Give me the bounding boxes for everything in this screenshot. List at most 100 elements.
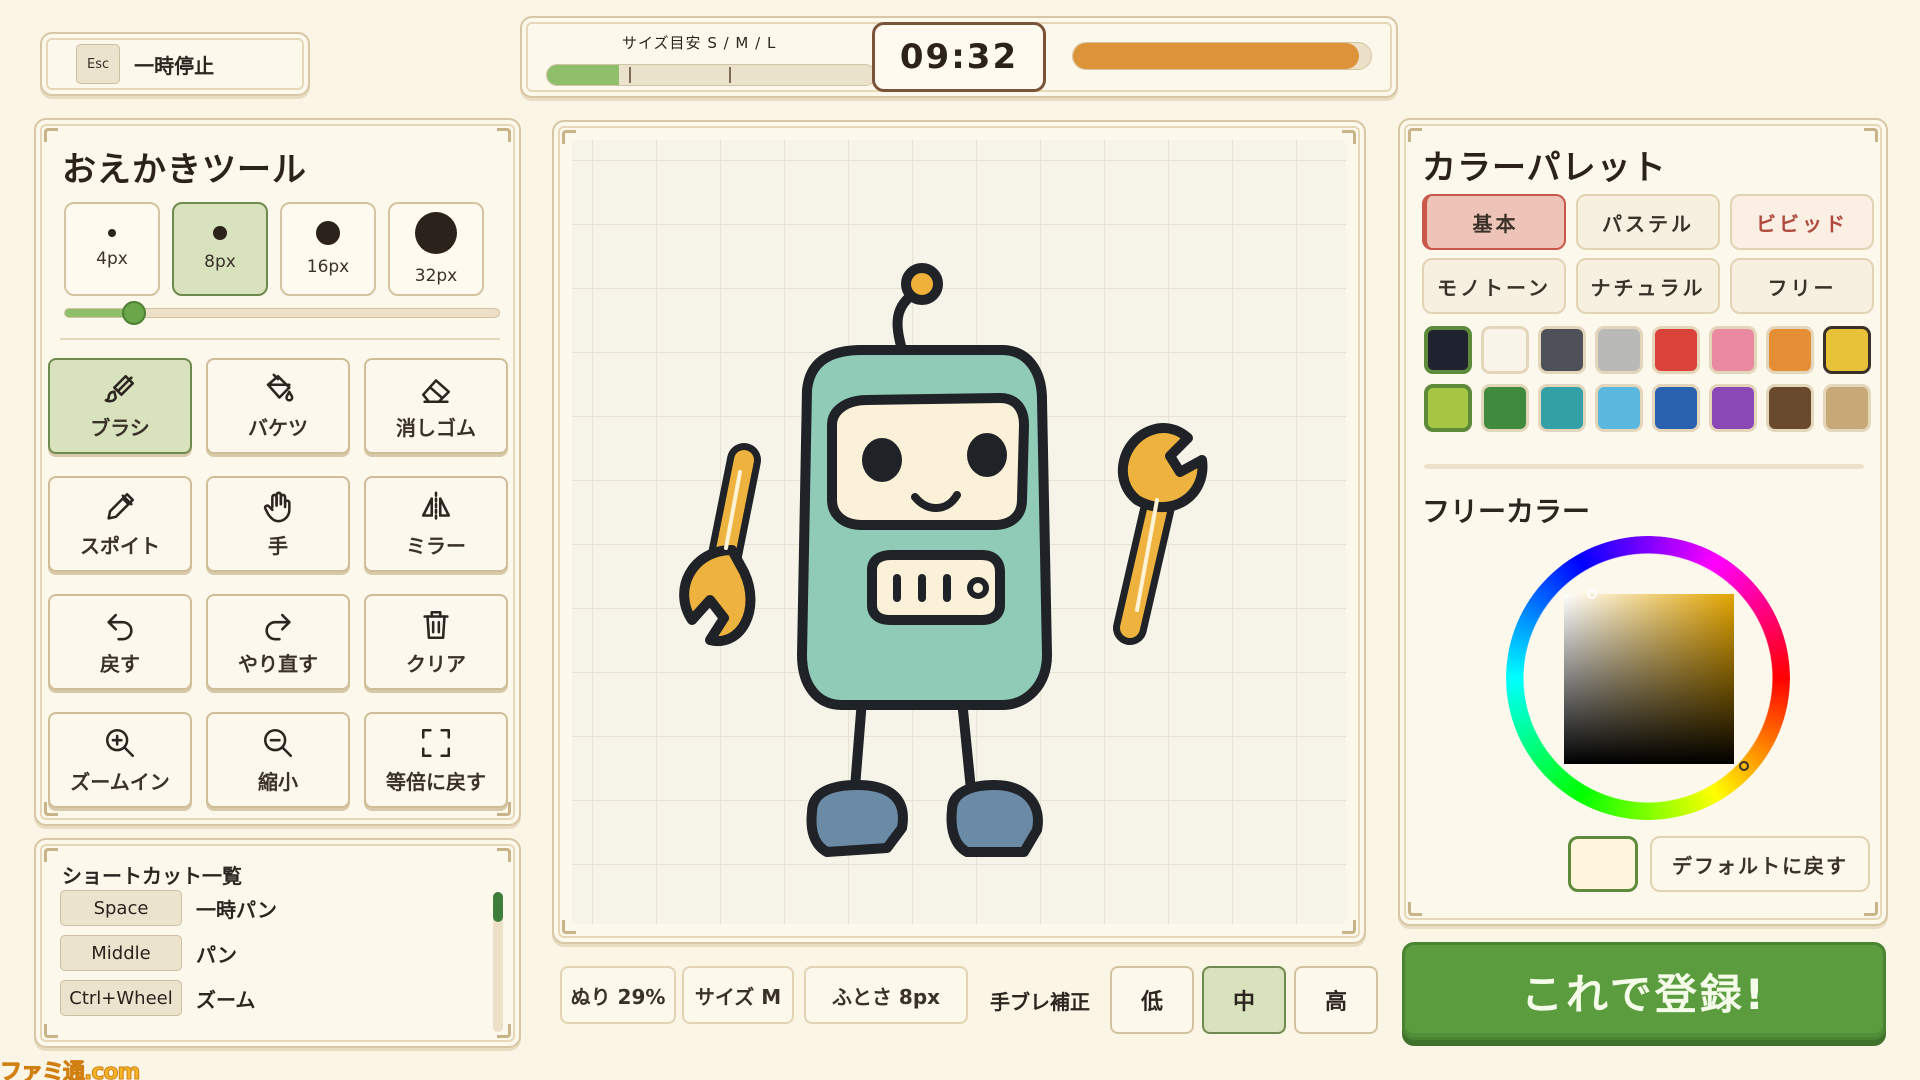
redo-button[interactable]: やり直す: [206, 594, 350, 690]
current-color-preview: [1568, 836, 1638, 892]
eraser-tool-button[interactable]: 消しゴム: [364, 358, 508, 454]
tab-basic[interactable]: 基本: [1422, 194, 1566, 250]
color-swatch[interactable]: [1538, 326, 1586, 374]
time-remaining-bar: [1072, 42, 1372, 70]
value-overlay: [1564, 594, 1734, 764]
color-swatch[interactable]: [1823, 384, 1871, 432]
corner-ornament: [44, 1024, 58, 1038]
color-swatch[interactable]: [1481, 326, 1529, 374]
robot-drawing: [679, 263, 1208, 857]
mirror-tool-button[interactable]: ミラー: [364, 476, 508, 572]
tool-label: 戻す: [100, 651, 140, 676]
eraser-icon: [421, 378, 451, 403]
stabilizer-low-button[interactable]: 低: [1110, 966, 1194, 1034]
brush-dot-icon: [213, 226, 227, 240]
brush-size-label: 4px: [96, 249, 128, 269]
brush-size-slider-thumb[interactable]: [122, 301, 147, 325]
tool-label: 縮小: [258, 769, 298, 794]
time-remaining-fill: [1073, 43, 1360, 69]
stabilizer-high-button[interactable]: 高: [1294, 966, 1378, 1034]
size-guide-label: サイズ目安 S / M / L: [622, 34, 777, 52]
shortcut-desc: 一時パン: [196, 897, 277, 922]
color-swatch[interactable]: [1424, 384, 1472, 432]
zoom-in-icon: [105, 728, 135, 757]
corner-ornament: [1408, 128, 1422, 142]
brush-size-label: 16px: [306, 257, 350, 277]
tool-label: クリア: [406, 651, 466, 676]
tool-label: スポイト: [80, 533, 160, 558]
clear-button[interactable]: クリア: [364, 594, 508, 690]
brush-size-4px[interactable]: 4px: [64, 202, 160, 296]
watermark-logo: ファミ通.com: [0, 1060, 141, 1080]
size-guide-meter: [546, 64, 876, 86]
fit-screen-icon: [421, 728, 451, 757]
shortcut-key: Middle: [60, 935, 182, 971]
undo-button[interactable]: 戻す: [48, 594, 192, 690]
bucket-tool-button[interactable]: バケツ: [206, 358, 350, 454]
drawing-tools-panel: おえかきツール 4px 8px 16px 32px ブラシ バケツ 消しゴム ス…: [34, 118, 521, 826]
brush-size-16px[interactable]: 16px: [280, 202, 376, 296]
register-button[interactable]: これで登録!: [1402, 942, 1886, 1040]
shortcut-desc: ズーム: [196, 987, 256, 1012]
pause-label: 一時停止: [134, 53, 215, 78]
color-swatch[interactable]: [1652, 326, 1700, 374]
tab-vivid[interactable]: ビビッド: [1730, 194, 1874, 250]
reset-default-button[interactable]: デフォルトに戻す: [1650, 836, 1870, 892]
color-swatch[interactable]: [1538, 384, 1586, 432]
trash-icon: [423, 610, 449, 639]
mirror-icon: [421, 491, 451, 522]
brush-dot-icon: [316, 221, 340, 245]
robot-antenna: [892, 290, 917, 355]
eyedropper-tool-button[interactable]: スポイト: [48, 476, 192, 572]
color-swatch[interactable]: [1766, 326, 1814, 374]
esc-keycap: Esc: [76, 44, 121, 84]
tool-label: ミラー: [406, 533, 466, 558]
corner-ornament: [44, 848, 58, 862]
brush-size-presets: 4px 8px 16px 32px: [64, 202, 484, 296]
color-swatch[interactable]: [1595, 326, 1643, 374]
tab-free[interactable]: フリー: [1730, 258, 1874, 314]
stabilizer-mid-button[interactable]: 中: [1202, 966, 1286, 1034]
corner-ornament: [1408, 902, 1422, 916]
tool-label: 手: [268, 533, 288, 558]
color-swatch[interactable]: [1709, 384, 1757, 432]
zoom-in-button[interactable]: ズームイン: [48, 712, 192, 808]
shortcuts-scrollbar[interactable]: [493, 892, 503, 1032]
zoom-out-icon: [263, 728, 293, 757]
size-tick-s: [629, 67, 631, 83]
brush-size-32px[interactable]: 32px: [388, 202, 484, 296]
brush-dot-icon: [415, 212, 457, 254]
left-wrench: [679, 443, 761, 647]
zoom-out-button[interactable]: 縮小: [206, 712, 350, 808]
shortcut-key: Ctrl+Wheel: [60, 980, 182, 1016]
brush-size-slider[interactable]: [64, 301, 500, 325]
pause-button[interactable]: Esc 一時停止: [40, 32, 310, 96]
canvas-frame: [552, 120, 1366, 944]
color-swatch[interactable]: [1595, 384, 1643, 432]
color-wheel-picker[interactable]: [1506, 536, 1790, 820]
brush-dot-icon: [108, 229, 116, 237]
tab-pastel[interactable]: パステル: [1576, 194, 1720, 250]
hand-tool-button[interactable]: 手: [206, 476, 350, 572]
size-chip: サイズ M: [682, 966, 794, 1024]
brush-size-8px[interactable]: 8px: [172, 202, 268, 296]
color-swatch[interactable]: [1766, 384, 1814, 432]
drawing-canvas[interactable]: [572, 140, 1346, 924]
shortcuts-scrollbar-thumb[interactable]: [493, 892, 503, 922]
redo-icon: [265, 613, 291, 640]
tab-natural[interactable]: ナチュラル: [1576, 258, 1720, 314]
shortcut-row: Ctrl+Wheel ズーム: [60, 980, 255, 1016]
color-swatch[interactable]: [1709, 326, 1757, 374]
reset-zoom-button[interactable]: 等倍に戻す: [364, 712, 508, 808]
tool-label: やり直す: [238, 651, 318, 676]
color-swatch[interactable]: [1481, 384, 1529, 432]
stabilizer-label: 手ブレ補正: [990, 990, 1090, 1014]
tool-grid: ブラシ バケツ 消しゴム スポイト 手 ミラー 戻す やり直す クリア ズームイ…: [48, 358, 508, 808]
color-swatch[interactable]: [1652, 384, 1700, 432]
color-swatch[interactable]: [1823, 326, 1871, 374]
tab-monotone[interactable]: モノトーン: [1422, 258, 1566, 314]
color-swatch[interactable]: [1424, 326, 1472, 374]
brush-tool-button[interactable]: ブラシ: [48, 358, 192, 454]
tools-title: おえかきツール: [62, 150, 307, 190]
color-palette-panel: カラーパレット 基本 パステル ビビッド モノトーン ナチュラル フリー フリー…: [1398, 118, 1888, 926]
